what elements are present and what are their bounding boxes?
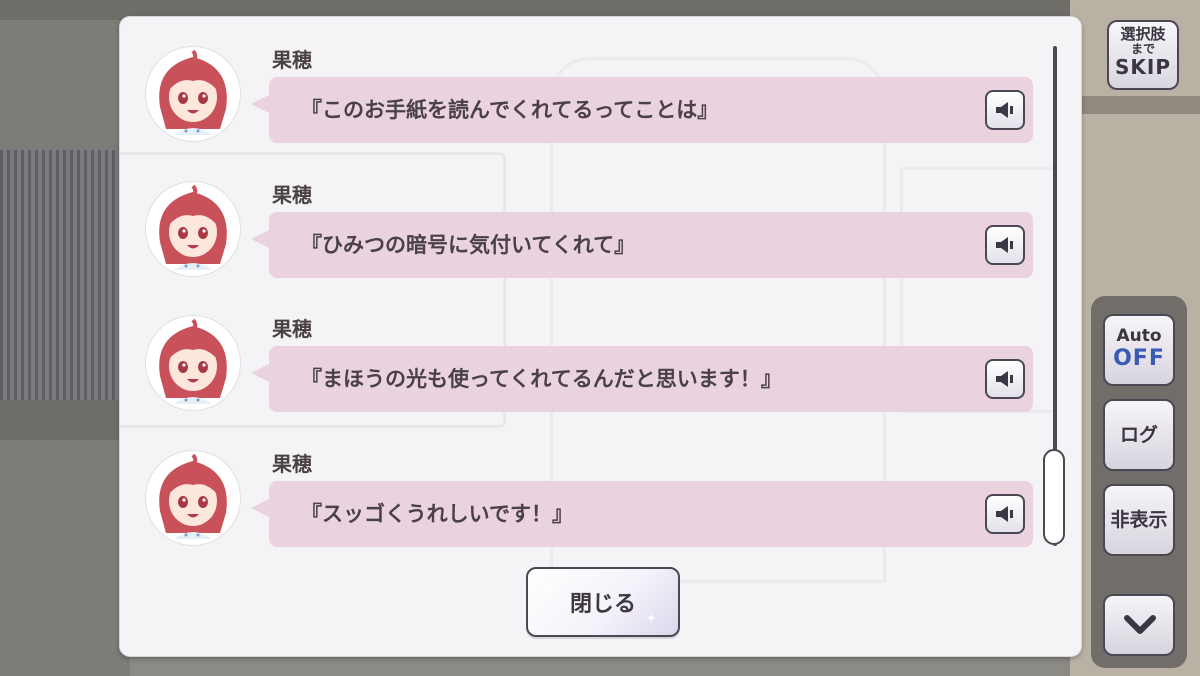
log-panel: 果穂 『このお手紙を読んでくれてるってことは』 果穂 『ひみつの暗号に気付いてく…: [120, 17, 1081, 656]
message-bubble: 『このお手紙を読んでくれてるってことは』: [251, 77, 1033, 143]
log-entry: 果穂 『スッゴくうれしいです！』: [120, 421, 1050, 551]
character-portrait: [159, 453, 227, 539]
speaker-icon: [996, 506, 1013, 522]
message-text: 『ひみつの暗号に気付いてくれて』: [301, 233, 636, 257]
auto-label: Auto: [1116, 326, 1162, 346]
log-entry: 果穂 『まほうの光も使ってくれてるんだと思います！』: [120, 286, 1050, 416]
collapse-menu-button[interactable]: [1103, 594, 1175, 656]
message-text: 『まほうの光も使ってくれてるんだと思います！』: [301, 367, 782, 391]
speaker-icon: [996, 371, 1013, 387]
skip-label-line1: 選択肢: [1120, 25, 1166, 43]
message-text: 『このお手紙を読んでくれてるってことは』: [301, 98, 719, 122]
message-bubble: 『ひみつの暗号に気付いてくれて』: [251, 212, 1033, 278]
skip-label-line2: まで: [1130, 42, 1155, 56]
voice-replay-button[interactable]: [985, 225, 1025, 265]
hide-ui-button[interactable]: 非表示: [1103, 484, 1175, 556]
voice-replay-button[interactable]: [985, 494, 1025, 534]
speaker-icon: [996, 102, 1013, 118]
message-text: 『スッゴくうれしいです！』: [301, 502, 573, 526]
wall-vent: [0, 150, 130, 400]
sparkle-icon: ✦: [645, 611, 656, 625]
character-portrait: [159, 318, 227, 404]
skip-to-choice-button[interactable]: 選択肢 まで SKIP: [1107, 20, 1179, 90]
character-portrait: [159, 49, 227, 135]
wall-beam: [1070, 96, 1200, 114]
avatar: [146, 47, 240, 141]
scrollbar-thumb[interactable]: [1043, 449, 1065, 545]
auto-state: OFF: [1113, 346, 1165, 371]
close-button-label: 閉じる: [569, 592, 636, 617]
log-entry: 果穂 『このお手紙を読んでくれてるってことは』: [120, 17, 1050, 147]
message-bubble: 『まほうの光も使ってくれてるんだと思います！』: [251, 346, 1033, 412]
auto-toggle-button[interactable]: Auto OFF: [1103, 314, 1175, 386]
log-button[interactable]: ログ: [1103, 399, 1175, 471]
speaker-icon: [996, 237, 1013, 253]
character-portrait: [159, 184, 227, 270]
avatar: [146, 316, 240, 410]
chevron-down-icon: [1124, 615, 1156, 634]
speaker-name: 果穂: [272, 452, 312, 476]
sparkle-icon: ✦: [544, 583, 555, 597]
speaker-name: 果穂: [272, 48, 312, 72]
close-button[interactable]: ✦ ✦ 閉じる: [526, 567, 680, 637]
speaker-name: 果穂: [272, 183, 312, 207]
message-bubble: 『スッゴくうれしいです！』: [251, 481, 1033, 547]
avatar: [146, 451, 240, 545]
speaker-name: 果穂: [272, 317, 312, 341]
log-entry: 果穂 『ひみつの暗号に気付いてくれて』: [120, 152, 1050, 282]
wall-ledge: [0, 400, 130, 440]
voice-replay-button[interactable]: [985, 90, 1025, 130]
voice-replay-button[interactable]: [985, 359, 1025, 399]
skip-label-line3: SKIP: [1114, 55, 1171, 79]
avatar: [146, 182, 240, 276]
